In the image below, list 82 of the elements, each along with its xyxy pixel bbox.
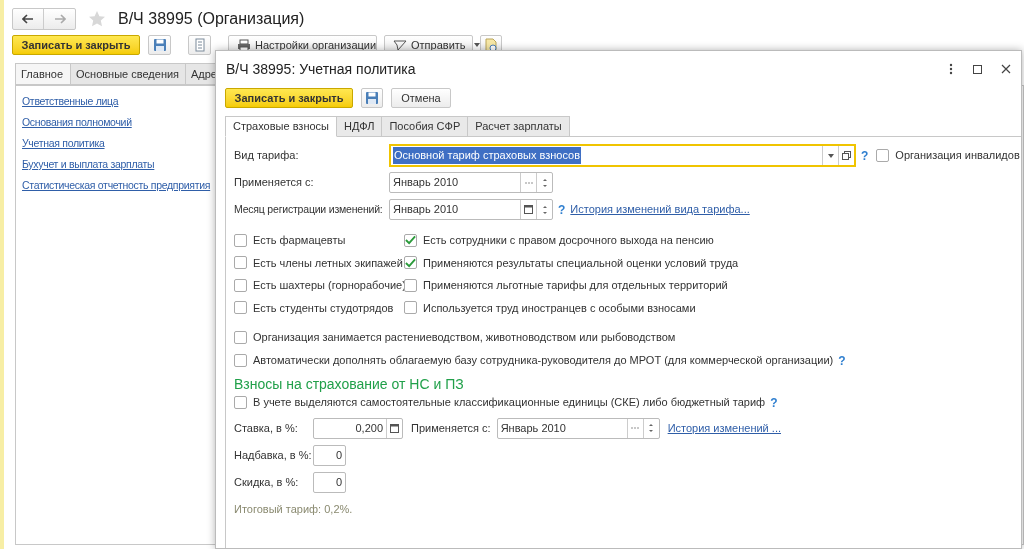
number-field[interactable]: 0,200 [313,417,403,439]
number-field[interactable]: 0 [313,471,346,493]
calculator-icon [390,423,399,433]
field-label: Применяется с: [234,175,315,191]
input-field[interactable]: Январь 2010 [496,417,660,439]
checkbox[interactable] [234,330,247,344]
caret-icon [473,43,480,47]
checkbox-label: Организация инвалидов [895,148,1020,164]
checkbox[interactable] [404,233,417,247]
link[interactable]: Бухучет и выплата зарплаты [22,157,155,172]
checkbox[interactable] [234,256,247,270]
copy-windows-icon [842,151,851,160]
checkbox[interactable] [234,278,247,292]
field-label: Месяц регистрации изменений: [234,201,384,217]
save-button[interactable] [148,35,171,55]
ellipsis-icon [524,181,533,184]
star-icon [88,10,106,28]
more-menu-icon [949,63,953,75]
checkbox[interactable] [234,354,247,367]
input-field[interactable]: Январь 2010 [389,199,553,220]
help-icon[interactable]: ? [861,146,869,165]
help-icon[interactable]: ? [838,351,846,370]
tab[interactable]: Страховые взносы [225,116,337,137]
checkbox-label: Организация занимается растениеводством, животноводством или рыбоводством [253,330,676,345]
cancel-button[interactable]: Отмена [391,88,451,108]
checkbox-label: Применяются льготные тарифы для отдельных территорий [423,278,728,293]
link[interactable]: Ответственные лица [22,94,119,109]
caret-icon [827,153,834,158]
checkbox[interactable] [234,233,247,247]
section-heading: Взносы на страхование от НС и ПЗ [234,374,465,393]
input-field[interactable]: Январь 2010 [389,172,553,193]
forward-arrow-icon [53,14,66,24]
help-icon[interactable]: ? [558,200,566,219]
paper-plane-icon [393,39,407,51]
spin-arrows-icon [648,421,655,435]
checkbox-label: Есть фармацевты [253,233,346,248]
link[interactable]: История изменений ... [667,419,781,437]
checkbox-label: Автоматически дополнять облагаемую базу сотрудника-руководителя до МРОТ (для коммерческой организации) [253,353,834,369]
checkbox-label: Есть члены летных экипажей [253,255,403,271]
save-button[interactable] [361,88,383,108]
checkbox-label: Применяются результаты специальной оценки условий труда [423,255,739,271]
back-arrow-icon [22,14,34,24]
link[interactable]: История изменений вида тарифа... [570,201,750,218]
checkbox-label: Есть шахтеры (горнорабочие) [253,278,406,293]
dropdown-field[interactable]: Основной тариф страховых взносов [389,144,856,167]
tab[interactable]: Главное [15,63,71,85]
select-button[interactable] [520,173,536,192]
checkbox[interactable] [404,278,417,292]
field-label: Скидка, в %: [234,474,300,490]
field-label: Надбавка, в %: [234,447,313,463]
checkbox[interactable] [876,149,890,162]
calendar-icon [524,205,533,214]
total-tariff-text: Итоговый тариф: 0,2%. [234,501,354,517]
close-icon [1001,64,1011,74]
link[interactable]: Основания полномочий [22,115,132,130]
checkbox[interactable] [404,301,417,315]
calculator-button[interactable] [386,418,402,438]
window-title: В/Ч 38995 (Организация) [118,9,305,29]
checkbox[interactable] [404,256,417,270]
maximize-icon [973,64,982,74]
checkbox-label: Используется труд иностранцев с особыми взносами [423,300,696,316]
calendar-button[interactable] [520,200,536,219]
list-button[interactable] [188,35,211,55]
field-label: Применяется с: [411,420,491,436]
field-label: Вид тарифа: [234,148,300,164]
open-button[interactable] [838,146,854,165]
save-and-close-button[interactable]: Записать и закрыть [225,88,353,108]
dialog-title: В/Ч 38995: Учетная политика [226,59,417,79]
checkbox-label: Есть сотрудники с правом досрочного выхода на пенсию [423,233,714,248]
field-label: Ставка, в %: [234,420,299,436]
checkbox-label: Есть студенты студотрядов [253,300,394,316]
link[interactable]: Учетная политика [22,136,105,151]
link[interactable]: Статистическая отчетность предприятия [22,178,211,193]
document-list-icon [194,38,205,52]
checkbox[interactable] [234,396,247,409]
checkbox-label: В учете выделяются самостоятельные классификационные единицы (СКЕ) либо бюджетный тариф [253,395,766,411]
tab[interactable]: Основные сведения [70,63,186,85]
checkbox[interactable] [234,301,247,315]
help-icon[interactable]: ? [770,393,778,412]
tab[interactable]: Расчет зарплаты [467,116,570,137]
save-and-close-button[interactable]: Записать и закрыть [12,35,140,55]
number-field[interactable]: 0 [313,444,346,466]
